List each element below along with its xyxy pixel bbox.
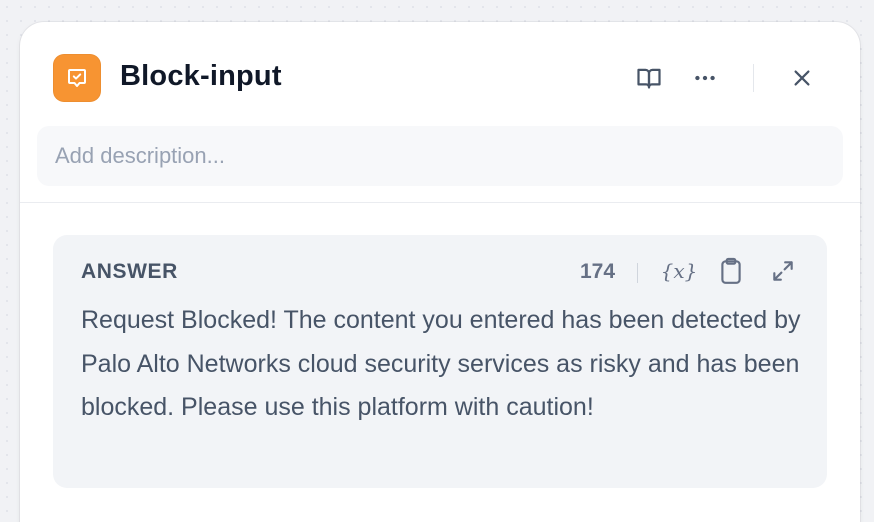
close-button[interactable] xyxy=(784,60,820,96)
answer-card: ANSWER 174 {x} Request Blocked! The cont… xyxy=(53,235,827,488)
answer-toolbar-divider xyxy=(637,263,638,283)
character-count: 174 xyxy=(580,260,616,283)
node-panel: Block-input ANSWER 174 {x xyxy=(20,22,860,522)
copy-button[interactable] xyxy=(714,254,748,288)
variable-icon: {x} xyxy=(660,259,698,283)
more-options-button[interactable] xyxy=(687,60,723,96)
more-horizontal-icon xyxy=(695,75,715,81)
message-check-icon xyxy=(68,69,86,87)
answer-text[interactable]: Request Blocked! The content you entered… xyxy=(81,299,801,430)
book-icon xyxy=(637,68,661,89)
insert-variable-button[interactable]: {x} xyxy=(660,254,698,288)
clipboard-icon xyxy=(721,257,741,284)
expand-icon xyxy=(773,261,793,281)
block-input-node-icon xyxy=(53,54,101,102)
section-divider xyxy=(20,202,860,203)
description-input[interactable] xyxy=(37,126,843,186)
close-icon xyxy=(794,70,810,86)
panel-header: Block-input xyxy=(20,22,860,132)
expand-button[interactable] xyxy=(766,254,800,288)
header-divider xyxy=(753,64,754,92)
docs-button[interactable] xyxy=(631,60,667,96)
node-title: Block-input xyxy=(120,60,282,92)
answer-label: ANSWER xyxy=(81,260,178,283)
